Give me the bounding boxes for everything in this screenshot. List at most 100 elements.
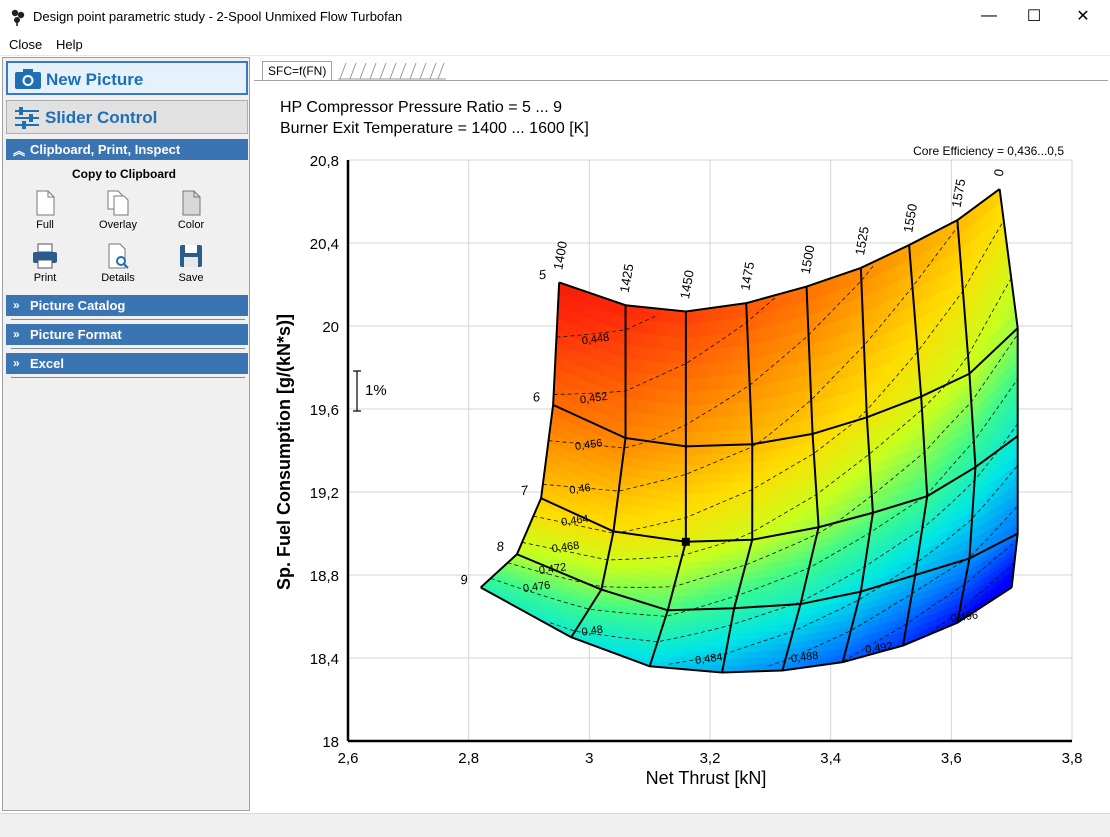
carpet-cell (723, 374, 731, 390)
picture-format-header[interactable]: » Picture Format (6, 324, 248, 345)
carpet-cell (851, 439, 859, 452)
new-picture-button[interactable]: New Picture (6, 61, 248, 95)
slider-control-button[interactable]: Slider Control (6, 100, 248, 134)
carpet-cell (649, 387, 657, 403)
carpet-cell (649, 307, 657, 323)
carpet-cell (639, 477, 648, 489)
tab-sfc-fn[interactable]: SFC=f(FN) (262, 61, 333, 80)
carpet-cell (771, 323, 779, 340)
carpet-cell (797, 361, 805, 378)
carpet-cell (853, 477, 861, 490)
carpet-cell (721, 305, 729, 321)
carpet-cell (650, 507, 659, 520)
carpet-cell (818, 324, 826, 343)
carpet-cell (628, 514, 638, 526)
carpet-cell (797, 375, 806, 393)
minimize-button[interactable]: — (966, 0, 1012, 32)
carpet-cell (790, 502, 799, 514)
carpet-cell (738, 520, 746, 531)
carpet-cell (798, 405, 807, 422)
carpet-cell (698, 377, 706, 392)
carpet-cell (847, 345, 854, 364)
carpet-cell (838, 500, 846, 513)
picture-catalog-header[interactable]: » Picture Catalog (6, 295, 248, 316)
maximize-button[interactable]: ☐ (1011, 0, 1057, 32)
carpet-cell (716, 347, 724, 363)
copy-color-button[interactable]: Color (161, 189, 221, 231)
menu-close[interactable]: Close (9, 37, 42, 52)
carpet-cell (730, 388, 738, 404)
carpet-cell (804, 509, 812, 521)
carpet-cell (622, 504, 632, 516)
carpet-cell (833, 289, 841, 308)
carpet-cell (829, 306, 836, 324)
carpet-cell (830, 455, 838, 467)
carpet-cell (722, 319, 730, 335)
carpet-cell (821, 495, 829, 508)
carpet-cell (718, 463, 726, 475)
carpet-cell (633, 467, 642, 479)
carpet-cell (631, 332, 638, 347)
carpet-cell (738, 472, 746, 484)
carpet-cell (793, 421, 801, 438)
carpet-cell (777, 476, 785, 488)
carpet-cell (651, 498, 660, 510)
carpet-cell (712, 483, 720, 494)
carpet-cell (776, 457, 784, 469)
carpet-cell (736, 387, 745, 404)
carpet-cell (842, 362, 850, 380)
carpet-cell (703, 307, 711, 323)
carpet-cell (673, 430, 681, 446)
menu-help[interactable]: Help (56, 37, 83, 52)
carpet-cell (716, 320, 724, 336)
carpet-cell (738, 444, 746, 455)
clipboard-section-header[interactable]: ︽ Clipboard, Print, Inspect (6, 139, 248, 160)
carpet-cell (634, 458, 643, 470)
carpet-cell (732, 492, 740, 503)
details-button[interactable]: Details (88, 242, 148, 284)
carpet-cell (840, 433, 847, 445)
color-document-icon (182, 190, 201, 216)
carpet-cell (698, 464, 707, 475)
carpet-cell (796, 491, 805, 504)
save-button[interactable]: Save (161, 242, 221, 284)
copy-full-button[interactable]: Full (15, 189, 75, 231)
carpet-cell (844, 499, 851, 511)
carpet-cell (760, 369, 769, 386)
carpet-cell (738, 510, 746, 522)
carpet-cell (691, 363, 699, 379)
carpet-cell (812, 311, 820, 330)
carpet-cell (909, 479, 917, 492)
excel-header[interactable]: » Excel (6, 353, 248, 374)
carpet-cell (827, 412, 835, 430)
divider (11, 377, 245, 378)
carpet-cell (635, 448, 644, 460)
carpet-cell (671, 510, 680, 523)
carpet-cell (643, 386, 650, 402)
copy-overlay-button[interactable]: Overlay (88, 189, 148, 231)
carpet-cell (753, 342, 761, 359)
carpet-cell (710, 362, 718, 378)
carpet-cell (698, 431, 707, 447)
carpet-cell (822, 413, 830, 431)
carpet-cell (845, 301, 853, 319)
carpet-cell (712, 492, 720, 504)
carpet-cell (664, 509, 673, 522)
carpet-cell (725, 492, 733, 503)
carpet-cell (771, 337, 780, 355)
carpet-cell (725, 482, 733, 494)
carpet-cell (678, 502, 687, 514)
design-point-marker (681, 537, 690, 546)
carpet-cell (697, 308, 705, 324)
carpet-cell (671, 520, 680, 532)
carpet-cell (718, 444, 726, 456)
carpet-cell (637, 332, 644, 348)
floppy-disk-icon (180, 245, 202, 267)
carpet-cell (678, 521, 687, 533)
close-window-button[interactable]: ✕ (1060, 0, 1106, 32)
print-button[interactable]: Print (15, 242, 75, 284)
carpet-cell (856, 437, 864, 450)
x-tick-label: 2,8 (458, 750, 479, 767)
slider-control-label: Slider Control (45, 108, 158, 127)
carpet-cell (631, 398, 638, 414)
